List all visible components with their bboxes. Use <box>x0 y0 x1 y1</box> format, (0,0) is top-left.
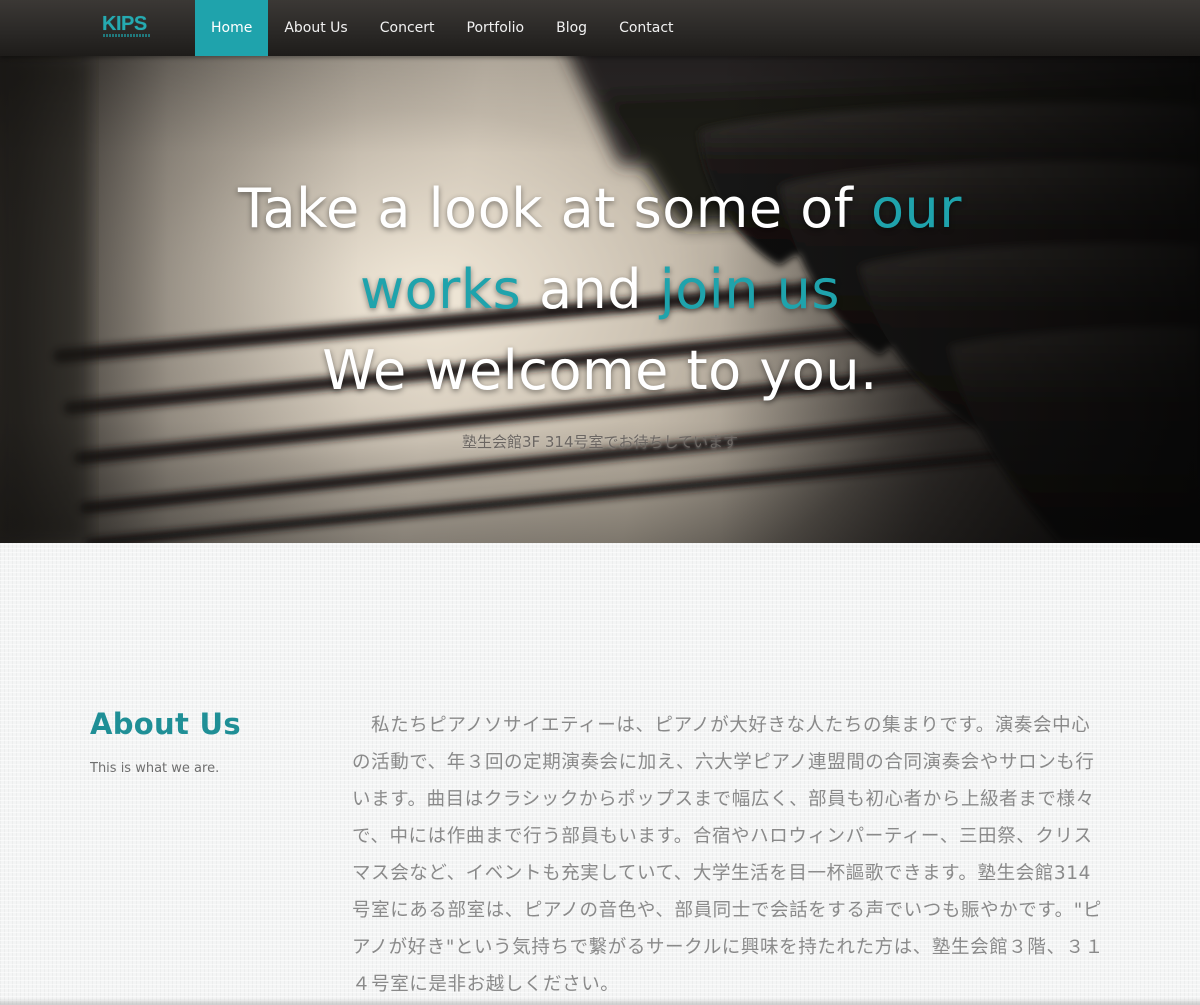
about-title: About Us <box>90 707 241 741</box>
logo-underline <box>103 34 151 37</box>
about-subtitle: This is what we are. <box>90 761 220 776</box>
about-section: About Us This is what we are. 私たちピアノソサイエ… <box>0 543 1200 1005</box>
logo-text: KIPS <box>102 13 147 35</box>
nav-item-blog[interactable]: Blog <box>540 0 603 56</box>
hero-subtitle: 塾生会館3F 314号室でお待ちしています <box>461 433 739 451</box>
nav-item-concert[interactable]: Concert <box>364 0 451 56</box>
hero-line-1: Take a look at some of our <box>238 177 962 240</box>
hero-line-2: works and join us <box>359 258 841 321</box>
hero-line-3: We welcome to you. <box>322 339 878 402</box>
site-logo[interactable]: KIPS <box>102 13 152 40</box>
page-bottom-shadow <box>0 998 1200 1005</box>
nav-item-about-us[interactable]: About Us <box>268 0 363 56</box>
nav-item-contact[interactable]: Contact <box>603 0 689 56</box>
nav-item-portfolio[interactable]: Portfolio <box>451 0 541 56</box>
top-navbar: KIPS Home About Us Concert Portfolio Blo… <box>0 0 1200 56</box>
nav-item-home[interactable]: Home <box>195 0 269 56</box>
about-body-text: 私たちピアノソサイエティーは、ピアノが大好きな人たちの集まりです。演奏会中心の活… <box>352 715 1104 995</box>
hero-headline: Take a look at some of our works and joi… <box>150 168 1050 411</box>
nav-menu: Home About Us Concert Portfolio Blog Con… <box>195 0 690 56</box>
hero-banner: Take a look at some of our works and joi… <box>0 56 1200 543</box>
